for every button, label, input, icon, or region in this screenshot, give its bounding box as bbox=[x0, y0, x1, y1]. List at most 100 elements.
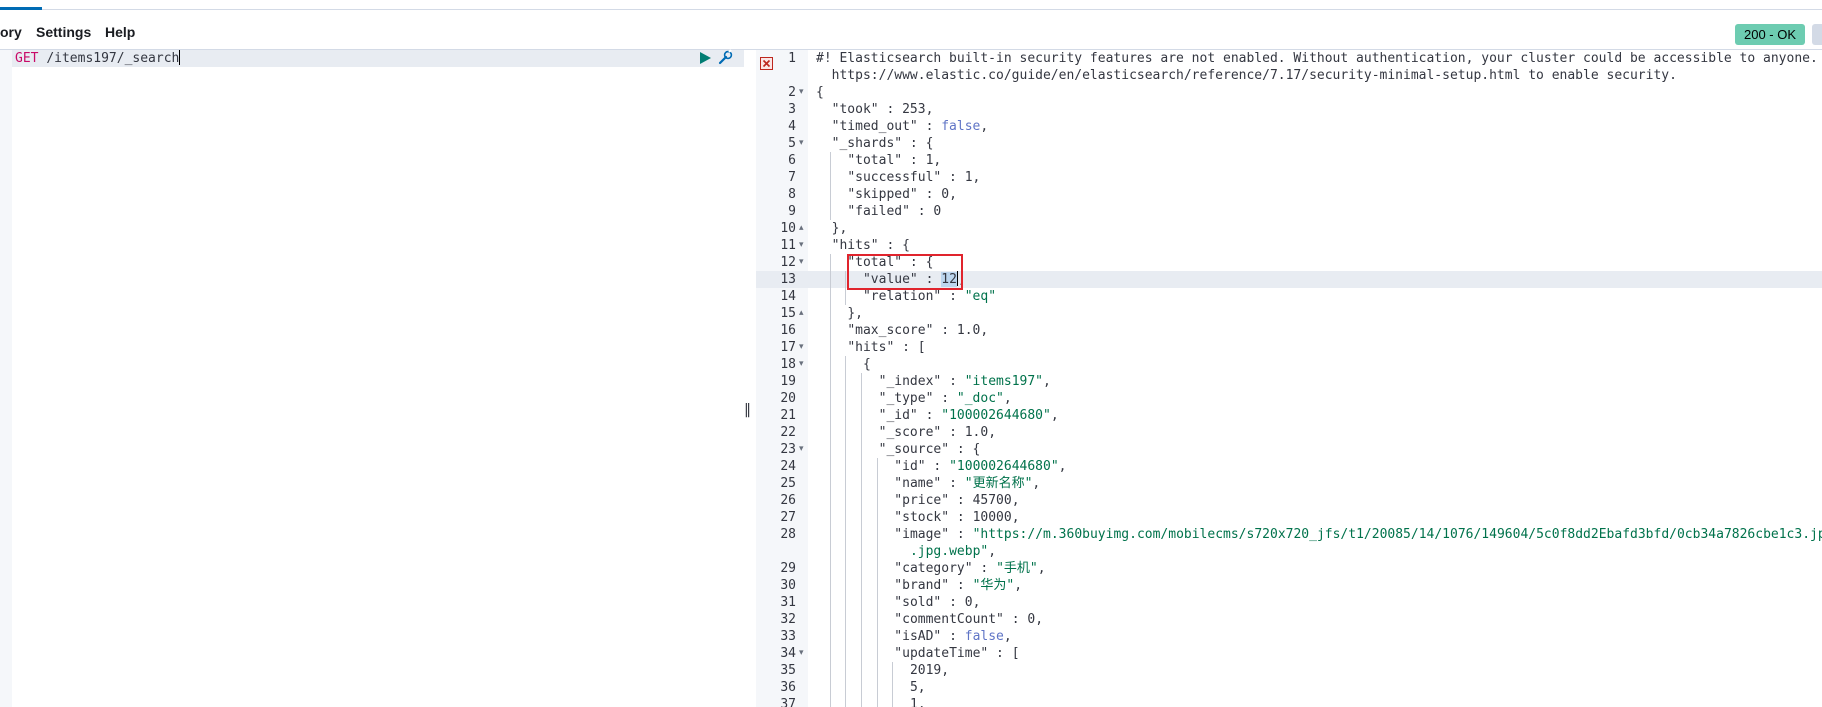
fold-collapse-icon[interactable]: ▾ bbox=[799, 237, 804, 254]
indent-guide bbox=[861, 611, 863, 628]
line-number: 27 bbox=[780, 510, 796, 525]
code-text: "skipped" : 0, bbox=[847, 187, 957, 202]
secondary-badge-edge bbox=[1812, 24, 1822, 45]
code-text: "successful" : 1, bbox=[847, 170, 981, 185]
fold-collapse-icon[interactable]: ▾ bbox=[799, 84, 804, 101]
fold-collapse-icon[interactable]: ▾ bbox=[799, 645, 804, 662]
response-line: 11 ▾ "hits" : { bbox=[756, 237, 1822, 254]
wrench-icon[interactable] bbox=[716, 49, 734, 67]
indent-guide bbox=[829, 679, 831, 696]
top-nav-bar: ory Settings Help 200 - OK bbox=[0, 0, 1822, 50]
indent-guide bbox=[876, 594, 878, 611]
response-line: 2 ▾ { bbox=[756, 84, 1822, 101]
fold-collapse-icon[interactable]: ▾ bbox=[799, 339, 804, 356]
response-line: 20 "_type" : "_doc", bbox=[756, 390, 1822, 407]
fold-collapse-icon[interactable]: ▾ bbox=[799, 254, 804, 271]
request-line[interactable]: GET /items197/_search bbox=[12, 49, 744, 67]
line-number: 24 bbox=[780, 459, 796, 474]
request-path: /items197/_search bbox=[46, 51, 180, 66]
line-number: 23 bbox=[780, 442, 796, 457]
line-number: 26 bbox=[780, 493, 796, 508]
request-text[interactable]: GET /items197/_search bbox=[15, 50, 181, 67]
indent-guide bbox=[861, 526, 863, 543]
response-line: 29 "category" : "手机", bbox=[756, 560, 1822, 577]
indent-guide bbox=[829, 628, 831, 645]
response-line: 8 "skipped" : 0, bbox=[756, 186, 1822, 203]
code-text: "hits" : { bbox=[831, 238, 910, 253]
response-line: 33 "isAD" : false, bbox=[756, 628, 1822, 645]
indent-guide bbox=[829, 254, 831, 271]
code-text: 2019, bbox=[909, 663, 950, 678]
line-number: 5 bbox=[788, 136, 796, 151]
indent-guide bbox=[829, 458, 831, 475]
response-output[interactable]: 1 #! Elasticsearch built-in security feat… bbox=[756, 50, 1822, 707]
indent-guide bbox=[845, 475, 847, 492]
indent-guide bbox=[876, 475, 878, 492]
indent-guide bbox=[829, 373, 831, 390]
code-text: "_score" : 1.0, bbox=[878, 425, 997, 440]
line-number: 2 bbox=[788, 85, 796, 100]
line-number: 20 bbox=[780, 391, 796, 406]
indent-guide bbox=[861, 441, 863, 458]
code-text: "name" : "更新名称", bbox=[894, 476, 1041, 491]
code-text: "total" : 1, bbox=[847, 153, 942, 168]
code-text: "commentCount" : 0, bbox=[894, 612, 1044, 627]
indent-guide bbox=[829, 322, 831, 339]
response-line: 15 ▴}, bbox=[756, 305, 1822, 322]
settings-menu-item[interactable]: Settings bbox=[36, 24, 91, 40]
code-text: }, bbox=[847, 306, 863, 321]
indent-guide bbox=[829, 288, 831, 305]
status-badge: 200 - OK bbox=[1735, 24, 1806, 45]
response-line: 25 "name" : "更新名称", bbox=[756, 475, 1822, 492]
code-text: }, bbox=[831, 221, 848, 236]
code-text: "max_score" : 1.0, bbox=[847, 323, 989, 338]
indent-guide bbox=[861, 458, 863, 475]
response-line: 9 "failed" : 0 bbox=[756, 203, 1822, 220]
response-line: 6 "total" : 1, bbox=[756, 152, 1822, 169]
indent-guide bbox=[845, 492, 847, 509]
code-text: "sold" : 0, bbox=[894, 595, 981, 610]
request-editor[interactable]: GET /items197/_search bbox=[0, 49, 744, 707]
indent-guide bbox=[829, 696, 831, 707]
code-text: 1, bbox=[909, 697, 926, 707]
response-line: https://www.elastic.co/guide/en/elastics… bbox=[756, 67, 1822, 84]
indent-guide bbox=[876, 458, 878, 475]
indent-guide bbox=[845, 526, 847, 543]
code-text: "stock" : 10000, bbox=[894, 510, 1020, 525]
indent-guide bbox=[829, 169, 831, 186]
code-text: "_source" : { bbox=[878, 442, 981, 457]
code-text: "_id" : "100002644680", bbox=[878, 408, 1059, 423]
fold-expand-icon[interactable]: ▴ bbox=[799, 305, 804, 322]
play-icon[interactable] bbox=[698, 51, 712, 65]
fold-collapse-icon[interactable]: ▾ bbox=[799, 135, 804, 152]
indent-guide bbox=[829, 271, 831, 288]
indent-guide bbox=[861, 628, 863, 645]
indent-guide bbox=[845, 543, 847, 560]
response-line: 19 "_index" : "items197", bbox=[756, 373, 1822, 390]
fold-collapse-icon[interactable]: ▾ bbox=[799, 441, 804, 458]
pane-resizer-handle[interactable]: ‖ bbox=[744, 402, 751, 418]
fold-collapse-icon[interactable]: ▾ bbox=[799, 356, 804, 373]
indent-guide bbox=[845, 594, 847, 611]
history-menu-item[interactable]: ory bbox=[0, 24, 22, 40]
response-line: 30 "brand" : "华为", bbox=[756, 577, 1822, 594]
indent-guide bbox=[876, 611, 878, 628]
indent-guide bbox=[829, 152, 831, 169]
indent-guide bbox=[829, 407, 831, 424]
indent-guide bbox=[876, 509, 878, 526]
indent-guide bbox=[845, 560, 847, 577]
line-number: 6 bbox=[788, 153, 796, 168]
response-line: 21 "_id" : "100002644680", bbox=[756, 407, 1822, 424]
request-method: GET bbox=[15, 51, 39, 66]
line-number: 10 bbox=[780, 221, 796, 236]
line-number: 34 bbox=[780, 646, 796, 661]
code-text: https://www.elastic.co/guide/en/elastics… bbox=[816, 68, 1677, 83]
indent-guide bbox=[829, 356, 831, 373]
fold-expand-icon[interactable]: ▴ bbox=[799, 220, 804, 237]
indent-guide bbox=[845, 509, 847, 526]
response-line: 16 "max_score" : 1.0, bbox=[756, 322, 1822, 339]
code-text: { bbox=[862, 357, 871, 372]
indent-guide bbox=[861, 424, 863, 441]
code-text: "hits" : [ bbox=[847, 340, 926, 355]
help-menu-item[interactable]: Help bbox=[105, 24, 135, 40]
